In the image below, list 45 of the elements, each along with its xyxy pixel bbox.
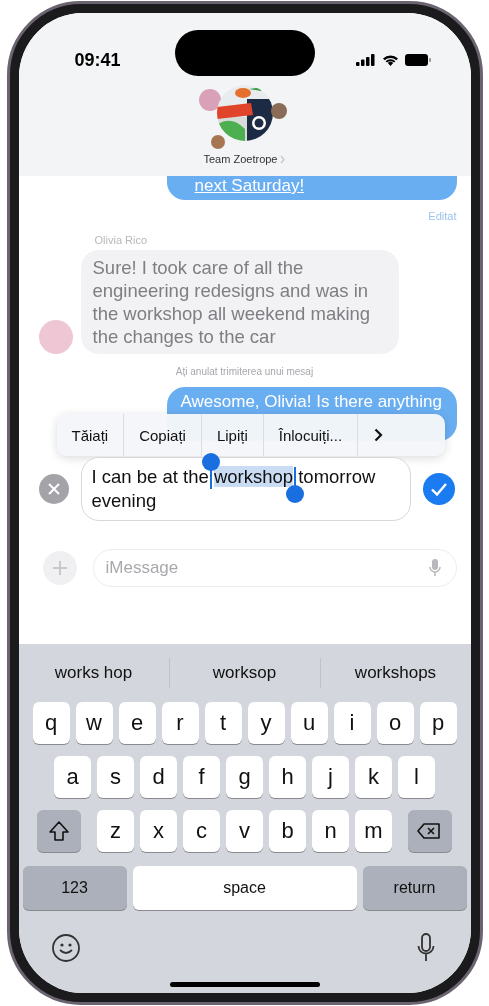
conversation-title[interactable]: Team Zoetrope — [203, 153, 278, 165]
letter-key[interactable]: o — [376, 702, 414, 744]
letter-key[interactable]: h — [269, 756, 306, 798]
letter-key[interactable]: i — [333, 702, 371, 744]
suggestion[interactable]: workshops — [320, 658, 471, 688]
letter-key[interactable]: d — [140, 756, 177, 798]
edit-text: I can be at the workshop tomorrow evening — [91, 465, 377, 513]
letter-key[interactable]: s — [97, 756, 134, 798]
letter-key[interactable]: u — [290, 702, 328, 744]
numbers-key[interactable]: 123 — [22, 866, 127, 910]
suggestion[interactable]: worksop — [169, 658, 321, 688]
letter-key[interactable]: j — [312, 756, 349, 798]
sender-name: Olivia Rico — [94, 234, 149, 246]
edited-label: Editat — [428, 210, 457, 222]
return-key[interactable]: return — [362, 866, 467, 910]
letter-key[interactable]: q — [32, 702, 70, 744]
letter-key[interactable]: r — [161, 702, 199, 744]
menu-item[interactable]: Tăiați — [56, 414, 125, 456]
letter-key[interactable]: c — [183, 810, 220, 852]
letter-key[interactable]: x — [140, 810, 177, 852]
letter-key[interactable]: p — [419, 702, 457, 744]
message-field[interactable]: iMessage — [92, 549, 457, 587]
letter-key[interactable]: v — [226, 810, 263, 852]
letter-key[interactable]: a — [54, 756, 91, 798]
menu-item[interactable]: Înlocuiți... — [263, 414, 359, 456]
letter-key[interactable]: z — [97, 810, 134, 852]
letter-key[interactable]: b — [269, 810, 306, 852]
letter-key[interactable]: y — [247, 702, 285, 744]
letter-key[interactable]: m — [355, 810, 392, 852]
letter-key[interactable]: g — [226, 756, 263, 798]
letter-key[interactable]: f — [183, 756, 220, 798]
letter-key[interactable]: w — [75, 702, 113, 744]
letter-key[interactable]: l — [398, 756, 435, 798]
unsend-notice: Ați anulat trimiterea unui mesaj — [175, 366, 314, 377]
menu-item[interactable]: Copiați — [124, 414, 202, 456]
letter-key[interactable]: n — [312, 810, 349, 852]
letter-key[interactable]: k — [355, 756, 392, 798]
space-key[interactable]: space — [132, 866, 357, 910]
message-text: next Saturday! — [194, 176, 305, 195]
message-text: Awesome, Olivia! Is there anything — [180, 392, 442, 411]
letter-key[interactable]: t — [204, 702, 242, 744]
letter-key[interactable]: e — [118, 702, 156, 744]
message-text: Sure! I took care of all the engineering redesigns and was in the workshop all weekend making the changes to the car — [92, 257, 371, 347]
status-time: 09:41 — [74, 49, 121, 71]
suggestion[interactable]: works hop — [18, 658, 170, 688]
